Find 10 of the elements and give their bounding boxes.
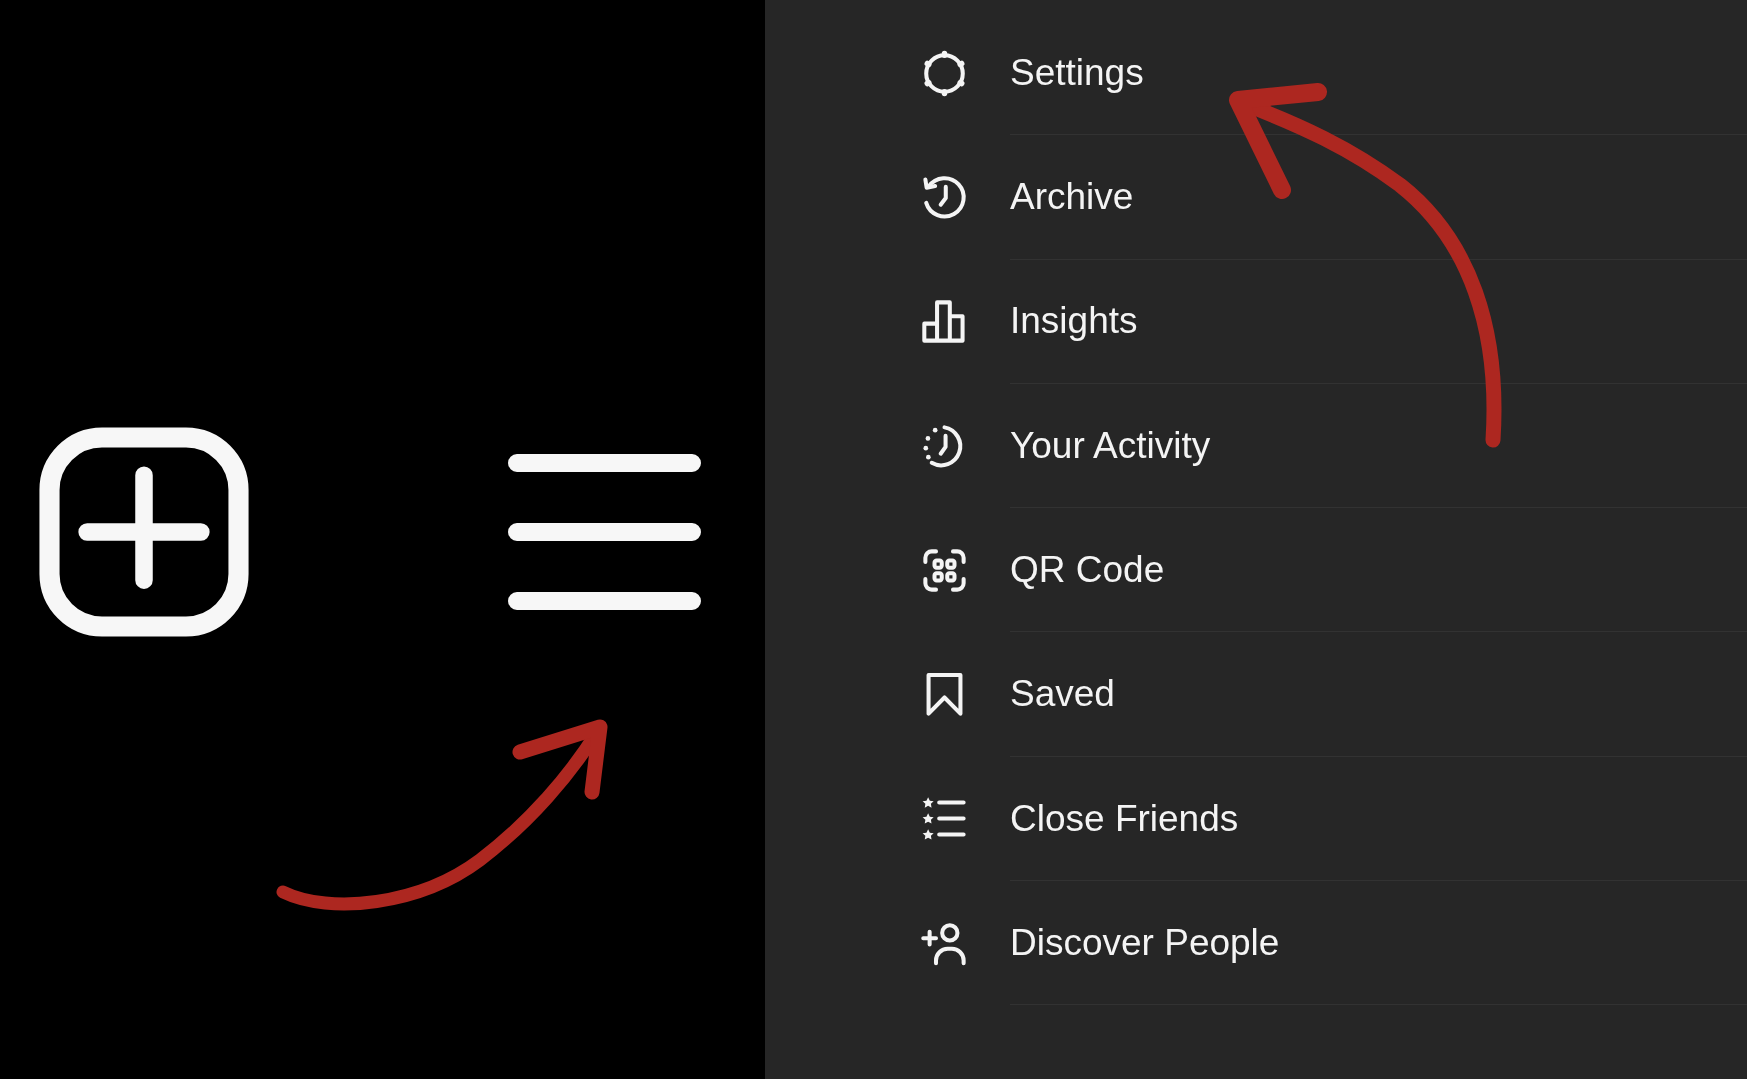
menu-item[interactable]: QR Code xyxy=(919,508,1747,633)
menu-item[interactable]: Discover People xyxy=(919,881,1747,1006)
plus-square-icon[interactable] xyxy=(39,426,249,637)
menu-item[interactable]: Insights xyxy=(919,259,1747,384)
menu-icon[interactable] xyxy=(508,453,701,610)
menu-item[interactable]: Saved xyxy=(919,632,1747,757)
menu-item[interactable]: Your Activity xyxy=(919,383,1747,509)
menu-item[interactable]: Archive xyxy=(919,135,1747,260)
menu-item[interactable]: Close Friends xyxy=(919,756,1747,882)
menu-item[interactable]: Settings xyxy=(919,11,1747,136)
